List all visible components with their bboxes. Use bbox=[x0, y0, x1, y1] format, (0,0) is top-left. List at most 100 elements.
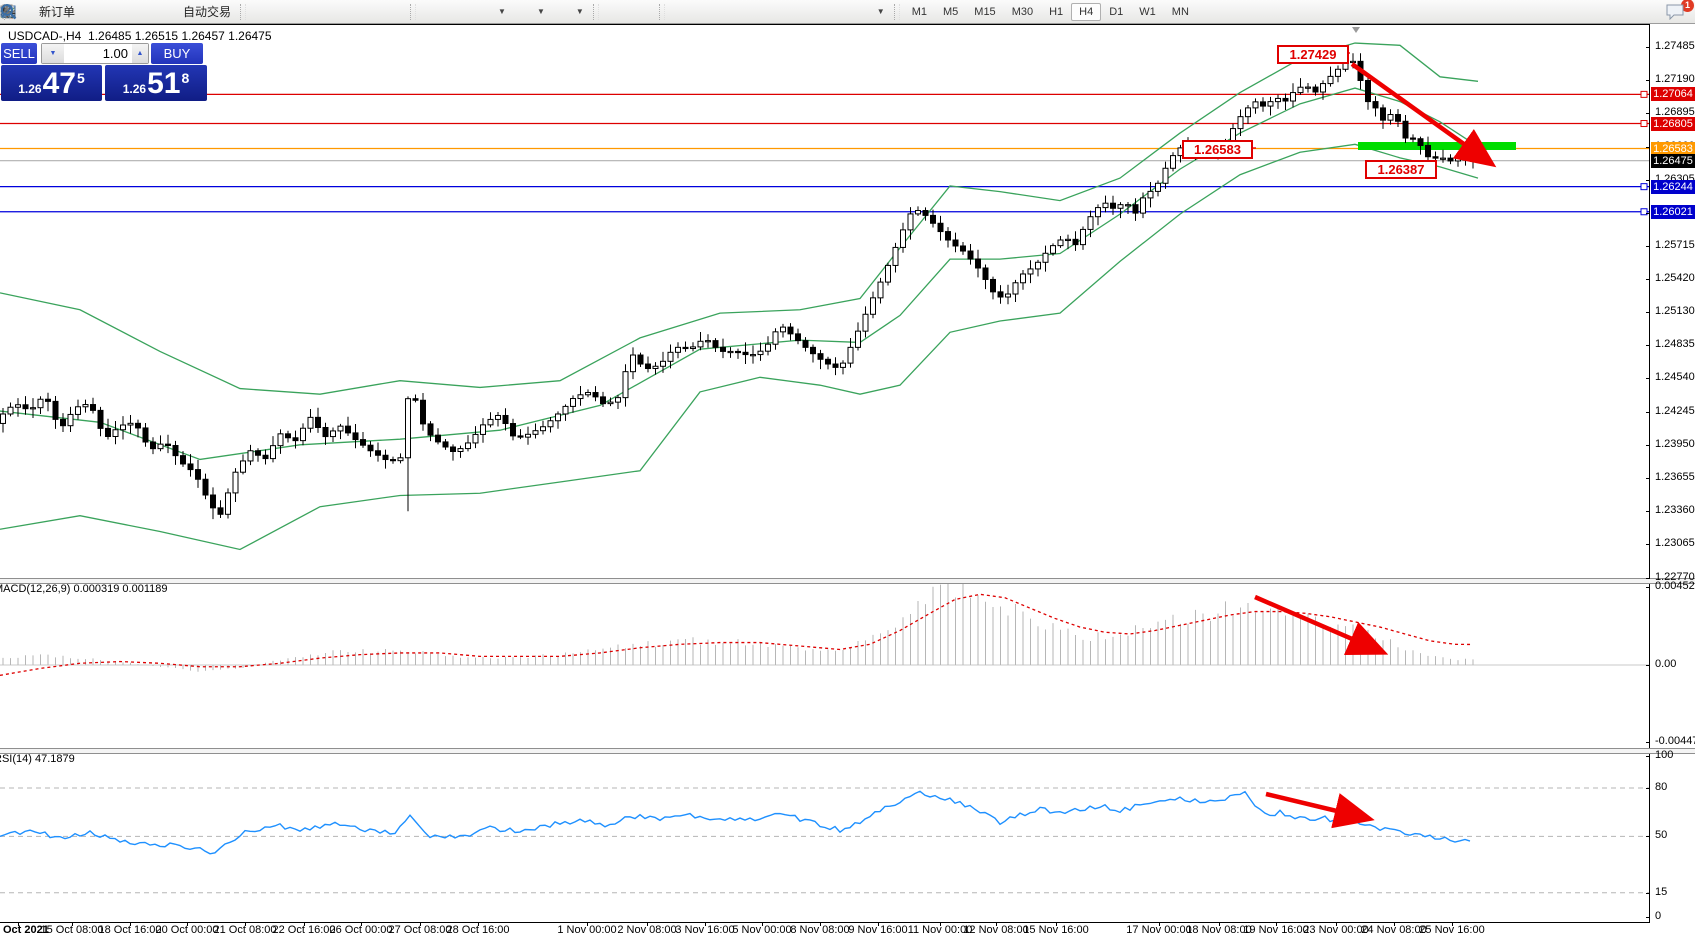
toolbar-grip bbox=[659, 4, 665, 20]
cursor-tool-button[interactable] bbox=[603, 1, 629, 22]
price-tick-label: 1.24835 bbox=[1655, 338, 1695, 350]
vline-tool-button[interactable] bbox=[669, 1, 695, 22]
autotrade-button[interactable]: 自动交易 bbox=[158, 1, 236, 22]
time-axis-label: 18 Nov 08:00 bbox=[1186, 924, 1251, 936]
price-tick-mark bbox=[1646, 378, 1650, 379]
line-chart-button[interactable] bbox=[302, 1, 328, 22]
buy-price-display[interactable]: 1.26 51 8 bbox=[105, 65, 207, 101]
rsi-panel-canvas[interactable] bbox=[0, 751, 1649, 922]
indicator-arrow-button[interactable] bbox=[420, 1, 446, 22]
price-tick-label: 1.23360 bbox=[1655, 504, 1695, 516]
sell-price-prefix: 1.26 bbox=[18, 82, 41, 96]
macd-tick-mark bbox=[1646, 665, 1650, 666]
new-order-label: 新订单 bbox=[39, 3, 75, 20]
crosshair-icon bbox=[634, 4, 650, 20]
fibonacci-tool-button[interactable]: F bbox=[773, 1, 799, 22]
volume-input[interactable] bbox=[64, 44, 132, 63]
autotrade-label: 自动交易 bbox=[183, 3, 231, 20]
rsi-tick-mark bbox=[1646, 836, 1650, 837]
sell-button[interactable]: SELL bbox=[1, 43, 37, 64]
time-axis-label: 15 Oct 08:00 bbox=[41, 924, 104, 936]
price-level-badge: 1.26475 bbox=[1651, 154, 1695, 168]
timeframe-mn[interactable]: MN bbox=[1164, 3, 1197, 21]
label-tool-button[interactable]: T bbox=[825, 1, 851, 22]
price-tick-label: 1.24540 bbox=[1655, 371, 1695, 383]
toolbar: 新订单 自动交易 bbox=[0, 0, 1695, 24]
hline-tool-button[interactable] bbox=[695, 1, 721, 22]
timeframe-w1[interactable]: W1 bbox=[1131, 3, 1164, 21]
zoom-out-button[interactable] bbox=[354, 1, 380, 22]
rsi-tick-label: 80 bbox=[1655, 781, 1667, 793]
timeframe-m15[interactable]: M15 bbox=[966, 3, 1003, 21]
timeframe-h4[interactable]: H4 bbox=[1071, 3, 1101, 21]
price-tick-label: 1.23950 bbox=[1655, 438, 1695, 450]
new-order-icon bbox=[19, 4, 35, 20]
timeframe-d1[interactable]: D1 bbox=[1101, 3, 1131, 21]
channel-tool-button[interactable]: E bbox=[747, 1, 773, 22]
toolbar-grip bbox=[894, 4, 900, 20]
add-indicator-button[interactable]: ▼ bbox=[472, 1, 511, 22]
price-tick-label: 1.23065 bbox=[1655, 537, 1695, 549]
ohlc-values: 1.26485 1.26515 1.26457 1.26475 bbox=[88, 29, 272, 43]
time-axis-label: 8 Nov 08:00 bbox=[790, 924, 849, 936]
timeframe-m30[interactable]: M30 bbox=[1004, 3, 1041, 21]
indicator-list-button[interactable] bbox=[446, 1, 472, 22]
text-label-icon: T bbox=[830, 4, 846, 20]
sell-price-big: 47 bbox=[43, 69, 76, 99]
buy-button[interactable]: BUY bbox=[151, 43, 203, 64]
crosshair-tool-button[interactable] bbox=[629, 1, 655, 22]
publish-button[interactable] bbox=[106, 1, 132, 22]
macd-tick-label: 0.00 bbox=[1655, 658, 1676, 670]
time-axis-label: 23 Nov 00:00 bbox=[1303, 924, 1368, 936]
cursor-icon bbox=[608, 4, 624, 20]
one-click-trading-panel: SELL ▼ ▲ BUY 1.26 47 5 1.26 51 8 bbox=[1, 43, 207, 101]
price-callout: 1.26387 bbox=[1365, 160, 1437, 179]
price-tick-mark bbox=[1646, 213, 1650, 214]
search-icon[interactable] bbox=[1641, 4, 1657, 20]
trendline-tool-button[interactable] bbox=[721, 1, 747, 22]
text-tool-button[interactable]: A bbox=[799, 1, 825, 22]
arrows-tool-button[interactable]: ▼ bbox=[851, 1, 890, 22]
new-order-button[interactable]: 新订单 bbox=[14, 1, 80, 22]
zoom-in-icon bbox=[333, 4, 349, 20]
macd-panel-canvas[interactable] bbox=[0, 581, 1649, 748]
chat-icon[interactable]: 1 bbox=[1665, 4, 1687, 20]
bar-chart-button[interactable] bbox=[250, 1, 276, 22]
chart-top-border bbox=[0, 24, 1649, 25]
rsi-tick-mark bbox=[1646, 788, 1650, 789]
macd-tick-mark bbox=[1646, 742, 1650, 743]
buy-price-prefix: 1.26 bbox=[123, 82, 146, 96]
price-tick-mark bbox=[1646, 147, 1650, 148]
price-level-badge: 1.26244 bbox=[1651, 180, 1695, 194]
time-axis-label: 20 Oct 00:00 bbox=[156, 924, 219, 936]
text-icon: A bbox=[804, 4, 820, 20]
templates-button[interactable]: ▼ bbox=[550, 1, 589, 22]
time-axis-label: 3 Nov 16:00 bbox=[675, 924, 734, 936]
price-tick-label: 1.24245 bbox=[1655, 405, 1695, 417]
main-chart-canvas[interactable] bbox=[0, 24, 1649, 578]
templates-icon bbox=[555, 4, 571, 20]
time-axis-label: 12 Nov 08:00 bbox=[963, 924, 1028, 936]
timeframe-m5[interactable]: M5 bbox=[935, 3, 966, 21]
periods-button[interactable]: ▼ bbox=[511, 1, 550, 22]
tile-windows-button[interactable] bbox=[380, 1, 406, 22]
dropdown-caret-icon: ▼ bbox=[498, 7, 506, 16]
volume-decrease-button[interactable]: ▼ bbox=[42, 44, 64, 63]
timeframe-h1[interactable]: H1 bbox=[1041, 3, 1071, 21]
price-tick-label: 1.25715 bbox=[1655, 239, 1695, 251]
arrows-icon bbox=[856, 4, 872, 20]
zoom-in-button[interactable] bbox=[328, 1, 354, 22]
publish-icon bbox=[111, 4, 127, 20]
volume-increase-button[interactable]: ▲ bbox=[132, 44, 148, 63]
sell-price-display[interactable]: 1.26 47 5 bbox=[1, 65, 102, 101]
macd-tick-mark bbox=[1646, 587, 1650, 588]
signals-button[interactable] bbox=[132, 1, 158, 22]
signals-icon bbox=[137, 4, 153, 20]
rsi-tick-mark bbox=[1646, 756, 1650, 757]
symbol-period-label: USDCAD-,H4 bbox=[8, 29, 81, 43]
deposit-button[interactable] bbox=[80, 1, 106, 22]
candlestick-chart-button[interactable] bbox=[276, 1, 302, 22]
timeframe-m1[interactable]: M1 bbox=[904, 3, 935, 21]
macd-panel-separator[interactable] bbox=[0, 578, 1695, 584]
rsi-panel-separator[interactable] bbox=[0, 748, 1695, 754]
